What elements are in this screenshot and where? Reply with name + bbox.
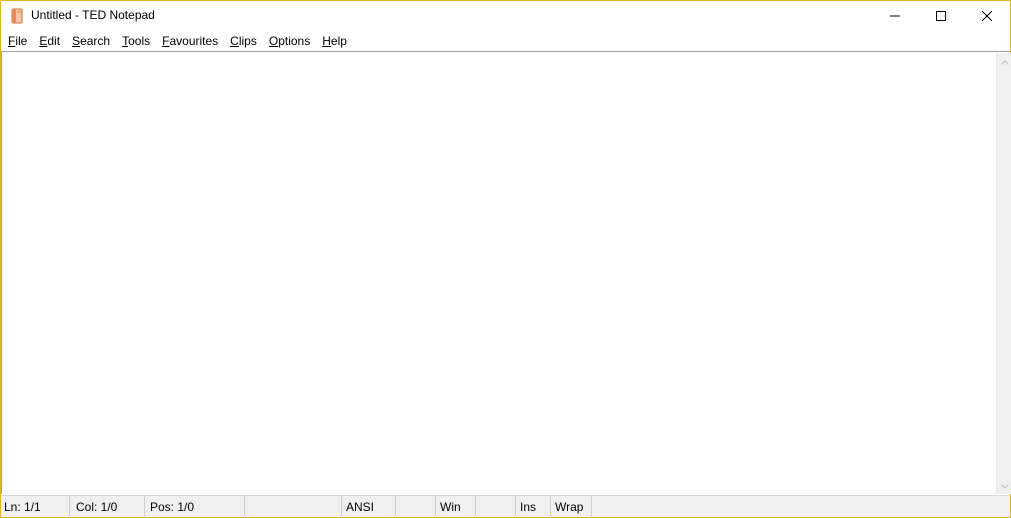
- app-window: Untitled - TED Notepad File Edit Search …: [0, 0, 1011, 518]
- status-position: Pos: 1/0: [145, 495, 245, 518]
- menu-favourites[interactable]: Favourites: [157, 31, 223, 51]
- menu-bar: File Edit Search Tools Favourites Clips …: [1, 31, 1010, 51]
- maximize-button[interactable]: [918, 1, 964, 31]
- close-icon: [981, 8, 993, 24]
- maximize-icon: [936, 8, 946, 24]
- status-column: Col: 1/0: [70, 495, 145, 518]
- scroll-up-arrow-icon[interactable]: [997, 55, 1011, 70]
- status-blank-3: [476, 495, 516, 518]
- vertical-scrollbar[interactable]: [996, 53, 1011, 494]
- scroll-down-arrow-icon[interactable]: [997, 479, 1011, 494]
- status-line-endings: Win: [436, 495, 476, 518]
- editor-area: [1, 51, 1011, 494]
- minimize-icon: [890, 8, 900, 24]
- title-bar[interactable]: Untitled - TED Notepad: [1, 1, 1010, 31]
- menu-search[interactable]: Search: [67, 31, 115, 51]
- menu-clips[interactable]: Clips: [225, 31, 262, 51]
- status-word-wrap: Wrap: [551, 495, 592, 518]
- text-editor[interactable]: [3, 53, 996, 493]
- status-blank-2: [396, 495, 436, 518]
- status-bar: Ln: 1/1 Col: 1/0 Pos: 1/0 ANSI Win Ins W…: [1, 495, 1010, 518]
- menu-file[interactable]: File: [3, 31, 32, 51]
- notepad-app-icon[interactable]: [10, 8, 24, 24]
- menu-options[interactable]: Options: [264, 31, 315, 51]
- menu-edit[interactable]: Edit: [34, 31, 65, 51]
- menu-help[interactable]: Help: [317, 31, 352, 51]
- menu-tools[interactable]: Tools: [117, 31, 155, 51]
- status-line: Ln: 1/1: [1, 495, 70, 518]
- status-encoding: ANSI: [342, 495, 396, 518]
- status-insert-mode: Ins: [516, 495, 551, 518]
- window-title: Untitled - TED Notepad: [31, 8, 155, 22]
- status-blank-1: [245, 495, 342, 518]
- minimize-button[interactable]: [872, 1, 918, 31]
- close-button[interactable]: [964, 1, 1010, 31]
